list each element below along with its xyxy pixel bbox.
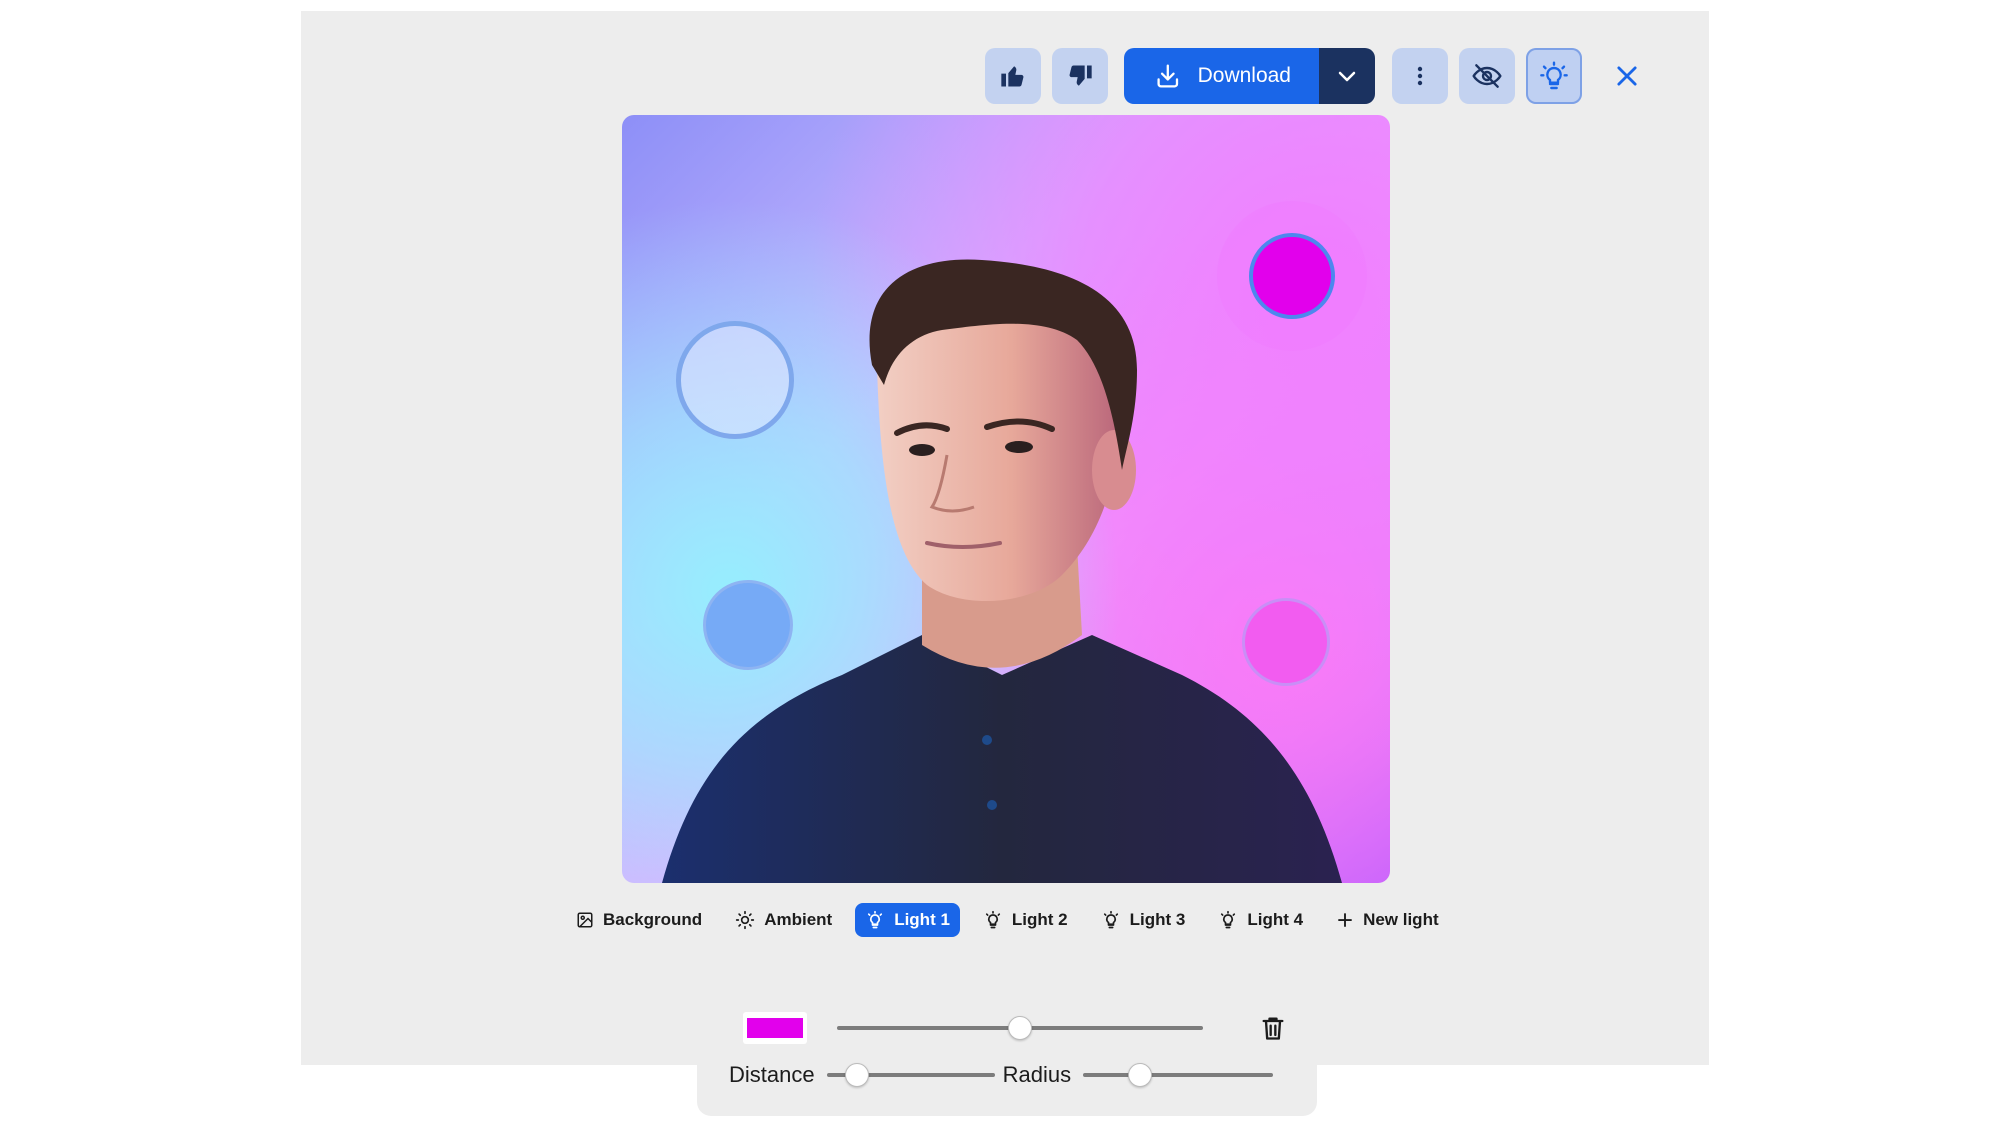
lightbulb-icon [985,910,1000,929]
tab-background[interactable]: Background [566,903,712,937]
toolbar: Download [985,48,1655,104]
lighting-mode-button[interactable] [1526,48,1582,104]
tab-new-light-label: New light [1363,910,1439,929]
light-color-row [743,1012,1287,1044]
light-params-row: Distance Radius [729,1062,1274,1088]
image-icon [577,912,593,928]
plus-icon [1338,913,1352,927]
tab-light-3[interactable]: Light 3 [1091,903,1196,937]
lightbulb-icon [1540,61,1568,90]
tab-light-3-label: Light 3 [1129,910,1186,929]
portrait-photo [662,259,1342,883]
light-color-value [747,1018,803,1038]
radius-slider-thumb[interactable] [1128,1063,1153,1087]
radius-label: Radius [1002,1062,1072,1087]
thumbs-up-button[interactable] [985,48,1041,104]
distance-label: Distance [729,1062,815,1087]
light-2-handle[interactable] [676,321,794,439]
tab-ambient[interactable]: Ambient [725,903,842,937]
tab-light-2-label: Light 2 [1011,910,1068,929]
tab-background-label: Background [603,910,703,929]
sun-icon [736,910,755,930]
lightbulb-icon [1221,910,1236,929]
thumbs-down-button[interactable] [1052,48,1108,104]
tab-light-1-label: Light 1 [894,910,950,929]
close-icon [1617,66,1637,86]
chevron-down-icon [1338,71,1356,82]
image-canvas[interactable] [622,115,1390,883]
hide-lights-button[interactable] [1459,48,1515,104]
tab-light-1[interactable]: Light 1 [855,903,960,937]
download-group: Download [1124,48,1375,104]
thumbs-down-icon [1069,65,1092,86]
light-controls: Distance Radius [697,1000,1317,1116]
tab-ambient-label: Ambient [764,910,833,929]
radius-slider[interactable] [1083,1063,1274,1087]
trash-icon[interactable] [1259,1014,1287,1042]
intensity-slider-thumb[interactable] [1008,1016,1032,1040]
light-4-handle[interactable] [1242,598,1330,686]
tab-light-4[interactable]: Light 4 [1208,903,1313,937]
more-vertical-icon [1417,66,1423,86]
download-options-button[interactable] [1319,48,1375,104]
intensity-slider[interactable] [837,1016,1203,1040]
more-options-button[interactable] [1392,48,1448,104]
lightbulb-icon [868,910,883,929]
eye-off-icon [1472,64,1502,88]
download-button[interactable]: Download [1124,48,1319,104]
distance-slider-thumb[interactable] [844,1063,869,1087]
distance-slider[interactable] [826,1063,995,1087]
tab-light-2[interactable]: Light 2 [973,903,1078,937]
light-color-picker[interactable] [743,1012,807,1044]
tab-light-4-label: Light 4 [1247,910,1304,929]
tab-new-light[interactable]: New light [1326,903,1449,937]
lightbulb-icon [1103,910,1118,929]
download-icon [1157,64,1179,88]
close-button[interactable] [1599,48,1655,104]
light-3-handle[interactable] [703,580,793,670]
light-tabs: Background Ambient Light 1 Light 2 Light… [566,903,1462,937]
thumbs-up-icon [1001,66,1024,87]
light-1-handle[interactable] [1249,233,1335,319]
download-label: Download [1197,64,1291,87]
